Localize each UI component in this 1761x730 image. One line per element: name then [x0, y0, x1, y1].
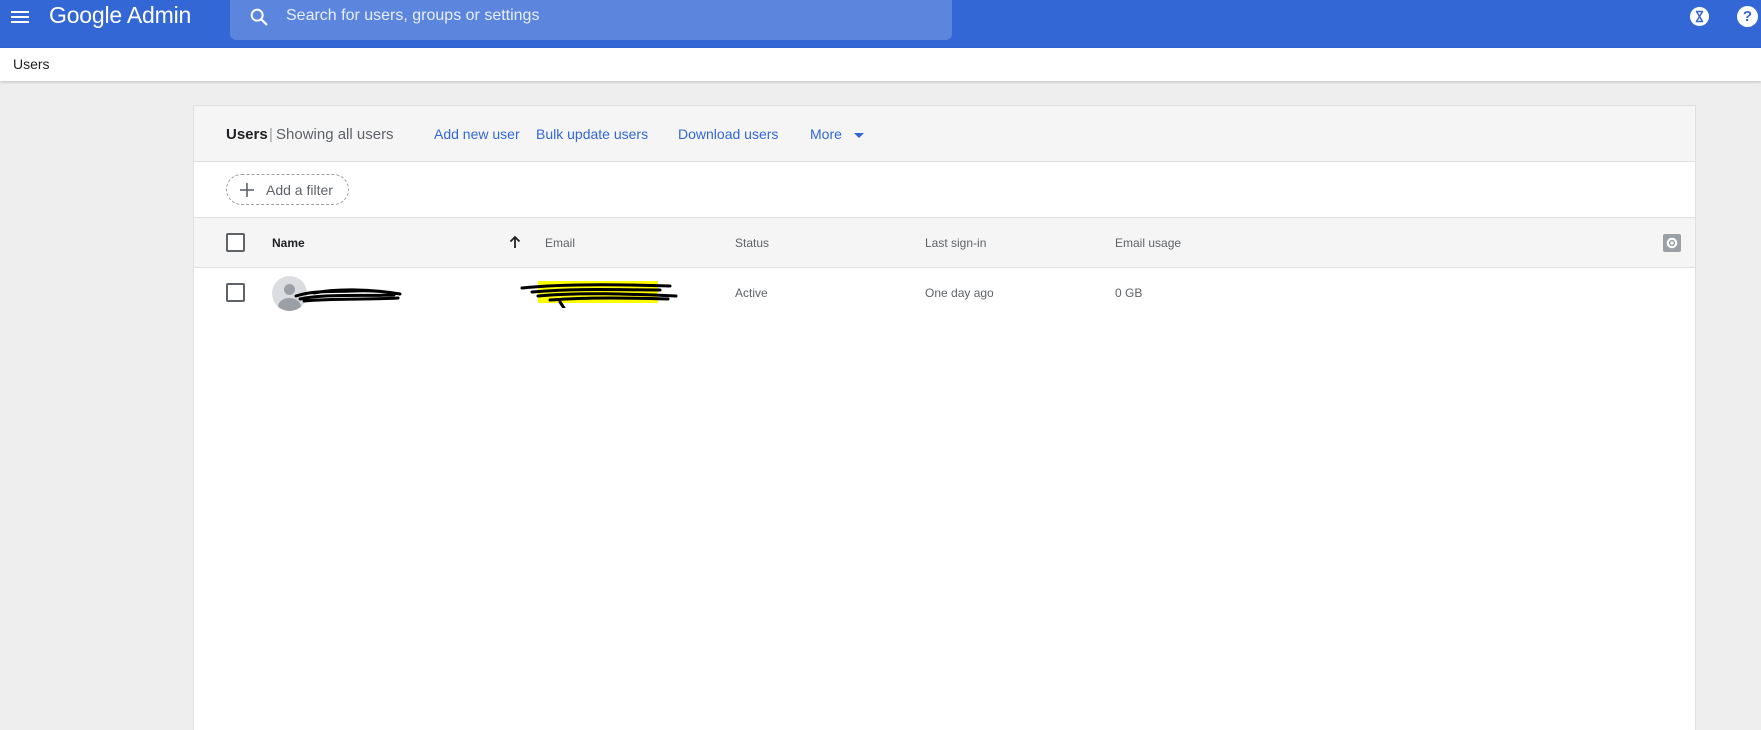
breadcrumb[interactable]: Users [13, 56, 50, 72]
search-box[interactable] [230, 0, 952, 40]
product-logo-text[interactable]: Google Admin [49, 2, 191, 29]
arrow-up-icon[interactable] [508, 234, 522, 250]
hourglass-icon [1695, 10, 1704, 23]
gear-icon[interactable] [1663, 234, 1681, 252]
search-input[interactable] [286, 0, 926, 32]
row-status: Active [735, 286, 768, 300]
row-checkbox[interactable] [226, 283, 245, 302]
row-email-usage: 0 GB [1115, 286, 1143, 300]
top-app-bar: Google Admin ? [0, 0, 1761, 48]
add-filter-label: Add a filter [266, 182, 333, 198]
plus-icon [240, 183, 254, 197]
select-all-checkbox[interactable] [226, 233, 245, 252]
column-header-email-usage[interactable]: Email usage [1115, 236, 1181, 250]
menu-icon-line [11, 11, 29, 13]
search-icon [250, 8, 268, 26]
table-row[interactable]: Active One day ago 0 GB [194, 268, 1695, 318]
table-header: Name Email Status Last sign-in Email usa… [194, 218, 1695, 268]
panel-title: Users [226, 126, 268, 143]
menu-icon-line [11, 21, 29, 23]
more-menu-button[interactable]: More [810, 126, 842, 142]
panel-header: Users | Showing all users Add new user B… [194, 106, 1695, 162]
caret-down-icon [854, 133, 864, 138]
column-header-status[interactable]: Status [735, 236, 769, 250]
title-separator: | [269, 126, 273, 143]
column-header-email[interactable]: Email [545, 236, 575, 250]
hourglass-button[interactable] [1690, 7, 1709, 26]
add-new-user-link[interactable]: Add new user [434, 126, 520, 142]
breadcrumb-bar: Users [0, 48, 1761, 81]
redacted-name-scribble [294, 288, 402, 303]
add-filter-button[interactable]: Add a filter [226, 174, 349, 205]
column-header-name[interactable]: Name [272, 236, 305, 250]
redacted-email-scribble [520, 281, 678, 308]
main-menu-button[interactable] [10, 6, 32, 28]
column-header-last-signin[interactable]: Last sign-in [925, 236, 986, 250]
bulk-update-users-link[interactable]: Bulk update users [536, 126, 648, 142]
help-button[interactable]: ? [1737, 6, 1758, 27]
filter-bar: Add a filter [194, 162, 1695, 218]
help-icon: ? [1742, 8, 1753, 25]
users-panel: Users | Showing all users Add new user B… [193, 105, 1696, 730]
menu-icon-line [11, 16, 29, 18]
download-users-link[interactable]: Download users [678, 126, 778, 142]
panel-subtitle: Showing all users [276, 126, 394, 143]
row-last-signin: One day ago [925, 286, 994, 300]
